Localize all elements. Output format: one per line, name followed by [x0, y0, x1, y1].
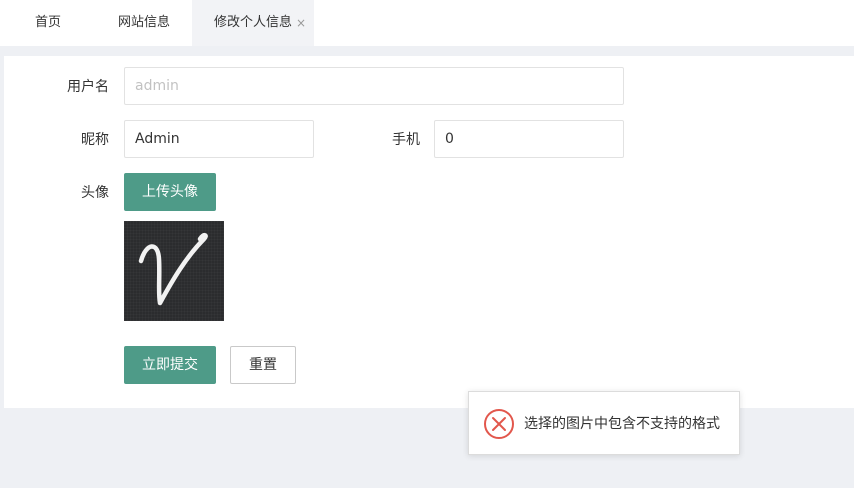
avatar-label: 头像	[81, 185, 109, 201]
upload-avatar-button[interactable]: 上传头像	[124, 173, 216, 211]
cursive-v-icon	[138, 233, 208, 306]
tab-home-label: 首页	[34, 15, 61, 30]
tab-edit-profile[interactable]: 修改个人信息 ×	[192, 0, 314, 46]
nickname-input[interactable]	[124, 120, 314, 158]
phone-input[interactable]	[434, 120, 624, 158]
profile-form-panel: 用户名 昵称 手机 头像 上传头像 立即提交 重置	[4, 56, 854, 408]
tab-home[interactable]: 首页	[0, 0, 96, 46]
username-input[interactable]	[124, 67, 624, 105]
error-toast: 选择的图片中包含不支持的格式	[468, 391, 740, 455]
phone-label: 手机	[392, 132, 420, 148]
tab-close-icon[interactable]: ×	[296, 0, 306, 46]
username-label: 用户名	[67, 79, 109, 95]
avatar-image	[124, 221, 224, 321]
nickname-label: 昵称	[81, 132, 109, 148]
tab-site-info[interactable]: 网站信息	[96, 0, 192, 46]
tab-site-info-label: 网站信息	[117, 15, 170, 30]
error-circle-x-icon	[484, 409, 514, 439]
reset-button[interactable]: 重置	[230, 346, 296, 384]
error-toast-message: 选择的图片中包含不支持的格式	[524, 416, 720, 432]
tab-bar: 首页 网站信息 修改个人信息 ×	[0, 0, 854, 46]
tab-content-divider	[0, 46, 854, 56]
tab-edit-profile-label: 修改个人信息	[213, 15, 292, 30]
submit-button[interactable]: 立即提交	[124, 346, 216, 384]
